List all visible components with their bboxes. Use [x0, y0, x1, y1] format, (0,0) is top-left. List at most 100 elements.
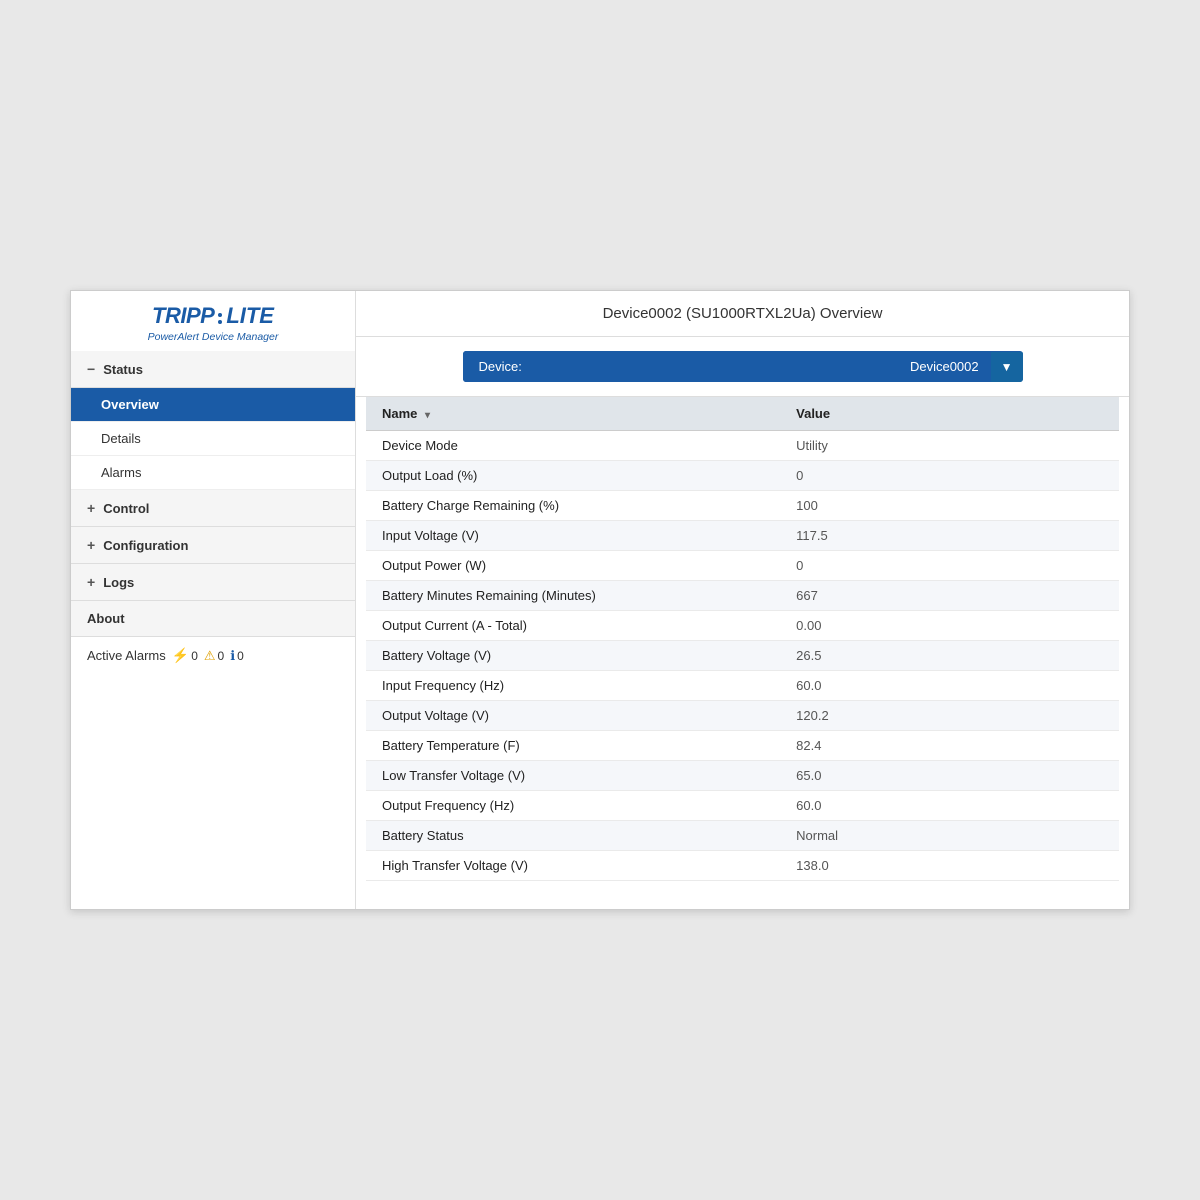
alarm-info-badge: ℹ 0	[230, 648, 244, 664]
active-alarms-label: Active Alarms	[87, 648, 166, 663]
table-row: Battery Voltage (V)26.5	[366, 641, 1119, 671]
row-name-cell: Output Power (W)	[366, 551, 780, 581]
critical-count: 0	[191, 649, 198, 663]
control-label: Control	[103, 501, 149, 516]
row-name-cell: Device Mode	[366, 431, 780, 461]
alarms-label: Alarms	[101, 465, 141, 480]
row-name-cell: Battery Voltage (V)	[366, 641, 780, 671]
row-value-cell: 0.00	[780, 611, 1119, 641]
sidebar: TRIPP LITE PowerAlert Device Manager − S…	[71, 291, 356, 909]
table-row: Battery Charge Remaining (%)100	[366, 491, 1119, 521]
dropdown-arrow-icon[interactable]: ▼	[991, 352, 1023, 382]
row-name-cell: Output Frequency (Hz)	[366, 791, 780, 821]
nav-section-status[interactable]: − Status	[71, 351, 355, 388]
table-row: Low Transfer Voltage (V)65.0	[366, 761, 1119, 791]
table-row: Output Power (W)0	[366, 551, 1119, 581]
sidebar-item-details[interactable]: Details	[71, 422, 355, 456]
logo-area: TRIPP LITE PowerAlert Device Manager	[71, 291, 355, 351]
row-name-cell: Output Current (A - Total)	[366, 611, 780, 641]
page-title: Device0002 (SU1000RTXL2Ua) Overview	[603, 305, 883, 322]
logo-brand: TRIPP LITE	[152, 303, 274, 329]
row-value-cell: 120.2	[780, 701, 1119, 731]
row-name-cell: Battery Temperature (F)	[366, 731, 780, 761]
table-row: Input Frequency (Hz)60.0	[366, 671, 1119, 701]
configuration-label: Configuration	[103, 538, 188, 553]
page-header: Device0002 (SU1000RTXL2Ua) Overview	[356, 291, 1129, 337]
row-value-cell: 60.0	[780, 791, 1119, 821]
device-field-label: Device:	[463, 351, 538, 382]
row-value-cell: 26.5	[780, 641, 1119, 671]
sidebar-nav: − Status Overview Details Alarms + Contr…	[71, 351, 355, 909]
logo-dot-bottom	[218, 320, 222, 324]
sort-icon: ▾	[425, 410, 430, 421]
device-value: Device0002	[538, 351, 991, 382]
table-row: Battery Temperature (F)82.4	[366, 731, 1119, 761]
row-value-cell: 117.5	[780, 521, 1119, 551]
alarm-critical-badge: ⚡ 0	[172, 647, 198, 664]
row-value-cell: 60.0	[780, 671, 1119, 701]
nav-about[interactable]: About	[71, 601, 355, 637]
minus-icon: −	[87, 361, 95, 377]
sidebar-item-overview[interactable]: Overview	[71, 388, 355, 422]
table-body: Device ModeUtilityOutput Load (%)0Batter…	[366, 431, 1119, 881]
table-row: Device ModeUtility	[366, 431, 1119, 461]
row-value-cell: Utility	[780, 431, 1119, 461]
table-row: Output Current (A - Total)0.00	[366, 611, 1119, 641]
row-value-cell: 138.0	[780, 851, 1119, 881]
table-header-row: Name ▾ Value	[366, 397, 1119, 431]
main-content: Device0002 (SU1000RTXL2Ua) Overview Devi…	[356, 291, 1129, 909]
table-row: Output Load (%)0	[366, 461, 1119, 491]
row-name-cell: Output Load (%)	[366, 461, 780, 491]
warning-count: 0	[218, 649, 225, 663]
logo-tagline: PowerAlert Device Manager	[148, 331, 279, 343]
row-name-cell: Battery Charge Remaining (%)	[366, 491, 780, 521]
device-selector-row: Device: Device0002 ▼	[356, 337, 1129, 397]
table-row: Output Frequency (Hz)60.0	[366, 791, 1119, 821]
overview-table: Name ▾ Value Device ModeUtilityOutput Lo…	[366, 397, 1119, 881]
plus-icon-config: +	[87, 537, 95, 553]
row-value-cell: 667	[780, 581, 1119, 611]
row-value-cell: 0	[780, 461, 1119, 491]
row-value-cell: Normal	[780, 821, 1119, 851]
logs-label: Logs	[103, 575, 134, 590]
sidebar-item-alarms[interactable]: Alarms	[71, 456, 355, 490]
plus-icon-control: +	[87, 500, 95, 516]
warning-icon: ⚠	[204, 648, 216, 664]
table-row: Output Voltage (V)120.2	[366, 701, 1119, 731]
row-value-cell: 0	[780, 551, 1119, 581]
overview-label: Overview	[101, 397, 159, 412]
table-row: High Transfer Voltage (V)138.0	[366, 851, 1119, 881]
active-alarms-row: Active Alarms ⚡ 0 ⚠ 0 ℹ 0	[71, 637, 355, 674]
row-value-cell: 65.0	[780, 761, 1119, 791]
nav-section-configuration[interactable]: + Configuration	[71, 527, 355, 564]
app-container: TRIPP LITE PowerAlert Device Manager − S…	[70, 290, 1130, 910]
col-header-name[interactable]: Name ▾	[366, 397, 780, 431]
logo-lite: LITE	[226, 303, 274, 329]
nav-section-control[interactable]: + Control	[71, 490, 355, 527]
row-name-cell: Input Frequency (Hz)	[366, 671, 780, 701]
device-selector[interactable]: Device: Device0002 ▼	[463, 351, 1023, 382]
about-label: About	[87, 611, 125, 626]
row-name-cell: Battery Minutes Remaining (Minutes)	[366, 581, 780, 611]
row-name-cell: High Transfer Voltage (V)	[366, 851, 780, 881]
row-value-cell: 100	[780, 491, 1119, 521]
plus-icon-logs: +	[87, 574, 95, 590]
table-wrapper: Name ▾ Value Device ModeUtilityOutput Lo…	[356, 397, 1129, 891]
info-icon: ℹ	[230, 648, 235, 664]
alarm-warning-badge: ⚠ 0	[204, 648, 224, 664]
row-name-cell: Low Transfer Voltage (V)	[366, 761, 780, 791]
status-section-label: Status	[103, 362, 143, 377]
logo-dot-top	[218, 313, 222, 317]
row-value-cell: 82.4	[780, 731, 1119, 761]
table-row: Battery StatusNormal	[366, 821, 1119, 851]
nav-section-logs[interactable]: + Logs	[71, 564, 355, 601]
details-label: Details	[101, 431, 141, 446]
row-name-cell: Battery Status	[366, 821, 780, 851]
info-count: 0	[237, 649, 244, 663]
logo-tripp: TRIPP	[152, 303, 214, 329]
table-row: Battery Minutes Remaining (Minutes)667	[366, 581, 1119, 611]
col-header-value: Value	[780, 397, 1119, 431]
row-name-cell: Output Voltage (V)	[366, 701, 780, 731]
row-name-cell: Input Voltage (V)	[366, 521, 780, 551]
lightning-icon: ⚡	[172, 647, 189, 664]
